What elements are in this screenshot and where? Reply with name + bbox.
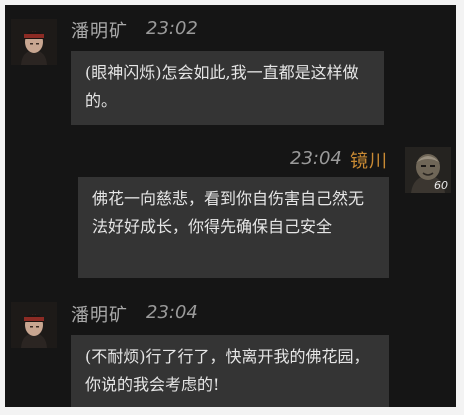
chat-window: 潘明矿 23:02 (眼神闪烁)怎会如此,我一直都是这样做的。 23:04 镜川… bbox=[5, 5, 456, 407]
message-time: 23:04 bbox=[290, 148, 342, 169]
npc-avatar[interactable] bbox=[11, 302, 57, 348]
message-bubble: (眼神闪烁)怎会如此,我一直都是这样做的。 bbox=[71, 51, 384, 125]
speaker-name: 潘明矿 bbox=[71, 21, 128, 42]
player-avatar[interactable]: 60 bbox=[405, 147, 451, 193]
message-bubble: (不耐烦)行了行了，快离开我的佛花园，你说的我会考虑的! bbox=[71, 335, 389, 407]
level-badge: 60 bbox=[434, 179, 448, 192]
npc-avatar[interactable] bbox=[11, 19, 57, 65]
speaker-name: 镜川 bbox=[350, 151, 388, 172]
speaker-name: 潘明矿 bbox=[71, 305, 128, 326]
bandana-character-icon bbox=[11, 302, 57, 348]
message-time: 23:02 bbox=[146, 18, 198, 39]
message-time: 23:04 bbox=[146, 302, 198, 323]
bandana-character-icon bbox=[11, 19, 57, 65]
message-bubble: 佛花一向慈悲，看到你自伤害自己然无法好好成长，你得先确保自己安全 bbox=[78, 177, 389, 278]
